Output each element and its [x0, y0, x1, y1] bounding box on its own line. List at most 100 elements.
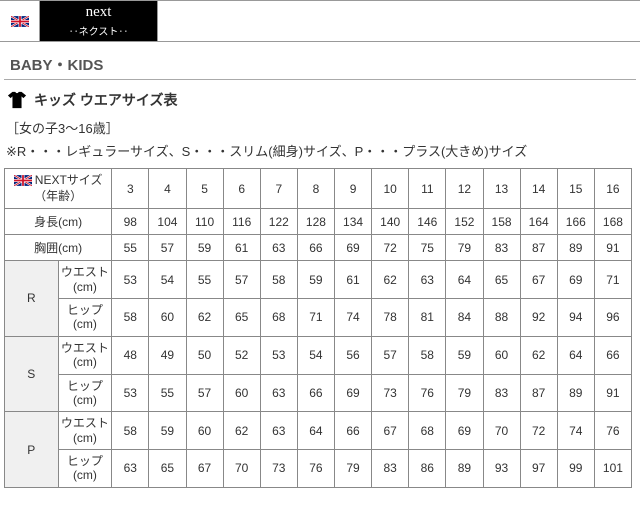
value-cell: 67 [186, 450, 223, 488]
value-cell: 67 [520, 261, 557, 299]
value-cell: 152 [446, 209, 483, 235]
value-cell: 55 [149, 374, 186, 412]
value-cell: 72 [520, 412, 557, 450]
brand-sub: ‥ネクスト‥ [69, 23, 129, 38]
range-line: ［女の子3～16歳］ [0, 112, 640, 139]
size-header: 13 [483, 169, 520, 209]
value-cell: 60 [149, 298, 186, 336]
value-cell: 94 [557, 298, 594, 336]
value-cell: 76 [297, 450, 334, 488]
value-cell: 83 [372, 450, 409, 488]
value-cell: 75 [409, 235, 446, 261]
value-cell: 63 [260, 374, 297, 412]
table-row: 身長(cm)9810411011612212813414014615215816… [5, 209, 632, 235]
value-cell: 68 [260, 298, 297, 336]
measure-label: ウエスト(cm) [58, 412, 112, 450]
size-header: 7 [260, 169, 297, 209]
value-cell: 104 [149, 209, 186, 235]
value-cell: 65 [149, 450, 186, 488]
value-cell: 63 [260, 412, 297, 450]
value-cell: 64 [297, 412, 334, 450]
value-cell: 91 [594, 374, 631, 412]
value-cell: 158 [483, 209, 520, 235]
value-cell: 62 [223, 412, 260, 450]
value-cell: 61 [335, 261, 372, 299]
value-cell: 128 [297, 209, 334, 235]
value-cell: 71 [594, 261, 631, 299]
header-main: NEXTサイズ（年齢） [5, 169, 112, 209]
value-cell: 168 [594, 209, 631, 235]
value-cell: 98 [112, 209, 149, 235]
value-cell: 79 [446, 235, 483, 261]
value-cell: 69 [335, 374, 372, 412]
measure-label: ウエスト(cm) [58, 336, 112, 374]
value-cell: 72 [372, 235, 409, 261]
value-cell: 140 [372, 209, 409, 235]
size-header: 14 [520, 169, 557, 209]
value-cell: 57 [372, 336, 409, 374]
value-cell: 87 [520, 235, 557, 261]
size-header: 10 [372, 169, 409, 209]
value-cell: 54 [149, 261, 186, 299]
value-cell: 57 [149, 235, 186, 261]
value-cell: 59 [149, 412, 186, 450]
value-cell: 84 [446, 298, 483, 336]
value-cell: 59 [446, 336, 483, 374]
value-cell: 74 [557, 412, 594, 450]
table-body: 身長(cm)9810411011612212813414014615215816… [5, 209, 632, 488]
value-cell: 76 [409, 374, 446, 412]
value-cell: 83 [483, 374, 520, 412]
value-cell: 73 [372, 374, 409, 412]
value-cell: 58 [260, 261, 297, 299]
value-cell: 53 [112, 374, 149, 412]
value-cell: 60 [483, 336, 520, 374]
value-cell: 49 [149, 336, 186, 374]
flag-cell [0, 1, 40, 41]
value-cell: 57 [223, 261, 260, 299]
value-cell: 110 [186, 209, 223, 235]
value-cell: 122 [260, 209, 297, 235]
size-header: 15 [557, 169, 594, 209]
value-cell: 59 [297, 261, 334, 299]
value-cell: 60 [223, 374, 260, 412]
row-label: 身長(cm) [5, 209, 112, 235]
value-cell: 79 [335, 450, 372, 488]
value-cell: 63 [112, 450, 149, 488]
value-cell: 78 [372, 298, 409, 336]
value-cell: 146 [409, 209, 446, 235]
value-cell: 70 [483, 412, 520, 450]
table-row: ヒップ(cm)5355576063666973767983878991 [5, 374, 632, 412]
value-cell: 60 [186, 412, 223, 450]
value-cell: 86 [409, 450, 446, 488]
value-cell: 73 [260, 450, 297, 488]
table-header: NEXTサイズ（年齢）345678910111213141516 [5, 169, 632, 209]
size-header: 8 [297, 169, 334, 209]
tshirt-icon [6, 90, 28, 110]
value-cell: 91 [594, 235, 631, 261]
topbar: next ‥ネクスト‥ [0, 0, 640, 42]
measure-label: ヒップ(cm) [58, 298, 112, 336]
subhead-title: キッズ ウエアサイズ表 [34, 90, 177, 110]
value-cell: 92 [520, 298, 557, 336]
value-cell: 55 [186, 261, 223, 299]
value-cell: 81 [409, 298, 446, 336]
value-cell: 87 [520, 374, 557, 412]
value-cell: 56 [335, 336, 372, 374]
value-cell: 89 [446, 450, 483, 488]
value-cell: 61 [223, 235, 260, 261]
brand-cell: next ‥ネクスト‥ [40, 1, 158, 41]
section-title: BABY・KIDS [4, 42, 636, 80]
value-cell: 97 [520, 450, 557, 488]
size-header: 12 [446, 169, 483, 209]
value-cell: 69 [446, 412, 483, 450]
value-cell: 89 [557, 235, 594, 261]
value-cell: 58 [112, 412, 149, 450]
header-row: NEXTサイズ（年齢）345678910111213141516 [5, 169, 632, 209]
value-cell: 164 [520, 209, 557, 235]
size-header: 9 [335, 169, 372, 209]
value-cell: 66 [297, 235, 334, 261]
value-cell: 62 [372, 261, 409, 299]
group-code: R [5, 261, 59, 337]
size-header: 16 [594, 169, 631, 209]
value-cell: 59 [186, 235, 223, 261]
